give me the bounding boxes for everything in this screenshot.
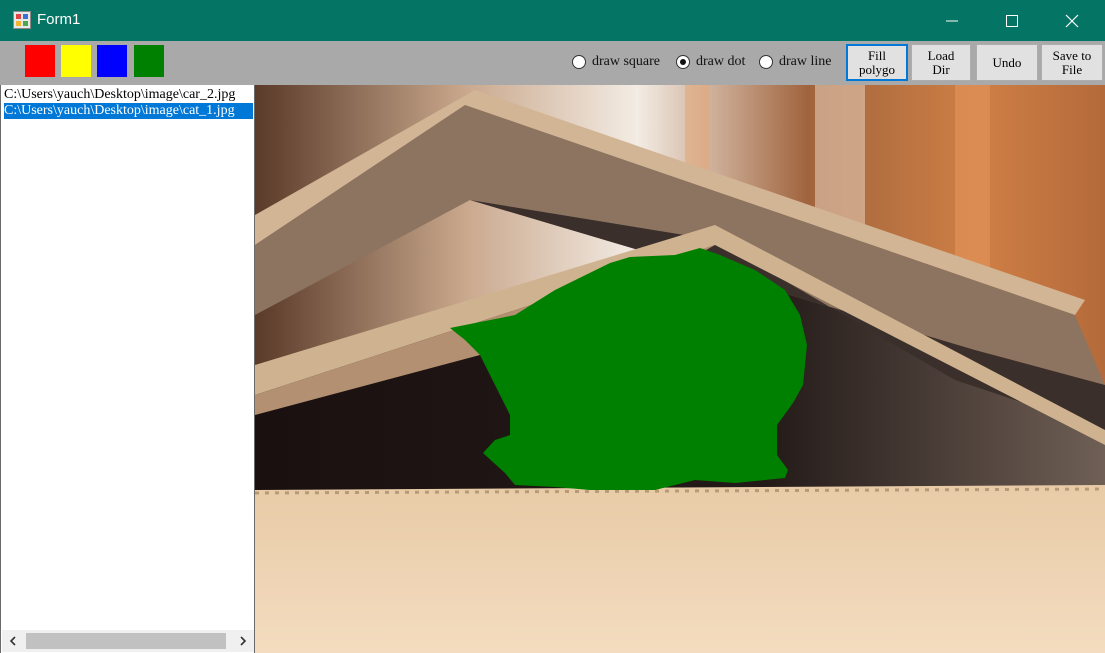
scroll-right-button[interactable] bbox=[232, 630, 254, 652]
app-icon bbox=[13, 11, 31, 29]
maximize-icon bbox=[1006, 15, 1018, 27]
scroll-left-button[interactable] bbox=[2, 630, 24, 652]
draw-line-radio[interactable]: draw line bbox=[759, 53, 831, 71]
draw-dot-label: draw dot bbox=[696, 54, 746, 69]
fill-polygon-label: Fill polygo bbox=[858, 47, 896, 77]
close-button[interactable] bbox=[1042, 0, 1102, 41]
list-item-selected[interactable]: C:\Users\yauch\Desktop\image\cat_1.jpg bbox=[4, 103, 253, 119]
draw-dot-radio[interactable]: draw dot bbox=[676, 53, 745, 71]
load-dir-button[interactable]: Load Dir bbox=[911, 44, 971, 81]
toolbar: draw square draw dot draw line Fill poly… bbox=[0, 41, 1105, 85]
color-swatch-blue[interactable] bbox=[97, 45, 127, 77]
fill-polygon-button[interactable]: Fill polygo bbox=[846, 44, 908, 81]
color-swatch-yellow[interactable] bbox=[61, 45, 91, 77]
close-icon bbox=[1065, 14, 1079, 28]
chevron-left-icon bbox=[9, 636, 16, 646]
image-canvas[interactable] bbox=[255, 85, 1105, 653]
window-title: Form1 bbox=[37, 11, 81, 28]
horizontal-scrollbar[interactable] bbox=[2, 630, 254, 652]
draw-square-label: draw square bbox=[592, 54, 661, 69]
color-swatch-green[interactable] bbox=[134, 45, 164, 77]
file-list[interactable]: C:\Users\yauch\Desktop\image\car_2.jpg C… bbox=[0, 85, 255, 653]
undo-label: Undo bbox=[992, 54, 1022, 70]
load-dir-label: Load Dir bbox=[927, 47, 955, 77]
save-to-file-button[interactable]: Save to File bbox=[1041, 44, 1103, 81]
title-bar: Form1 bbox=[0, 0, 1105, 41]
draw-square-radio[interactable]: draw square bbox=[572, 53, 660, 71]
chevron-right-icon bbox=[240, 636, 247, 646]
color-swatch-red[interactable] bbox=[25, 45, 55, 77]
draw-line-label: draw line bbox=[779, 54, 832, 69]
undo-button[interactable]: Undo bbox=[976, 44, 1038, 81]
radio-circle-checked[interactable] bbox=[676, 55, 690, 69]
minimize-button[interactable] bbox=[922, 0, 982, 41]
save-to-file-label: Save to File bbox=[1052, 47, 1092, 77]
cat-photo bbox=[255, 85, 1105, 653]
radio-circle[interactable] bbox=[759, 55, 773, 69]
minimize-icon bbox=[946, 20, 958, 22]
scroll-thumb[interactable] bbox=[26, 633, 226, 649]
list-item[interactable]: C:\Users\yauch\Desktop\image\car_2.jpg bbox=[4, 87, 253, 103]
radio-circle[interactable] bbox=[572, 55, 586, 69]
maximize-button[interactable] bbox=[982, 0, 1042, 41]
